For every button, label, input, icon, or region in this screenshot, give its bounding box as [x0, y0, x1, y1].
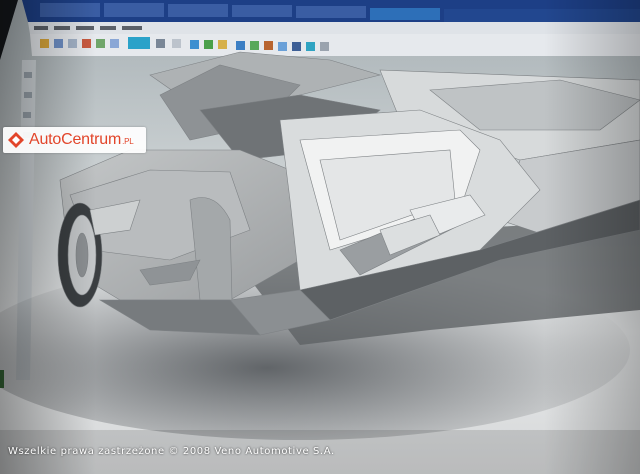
autocentrum-logo: AutoCentrum.PL: [3, 127, 146, 153]
copyright-caption: Wszelkie prawa zastrzeżone © 2008 Veno A…: [8, 446, 335, 457]
photo: [0, 0, 640, 474]
logo-text: AutoCentrum.PL: [29, 131, 134, 149]
autocentrum-logo-icon: [8, 132, 24, 148]
logo-brand: AutoCentrum: [29, 131, 122, 148]
vignette: [0, 0, 640, 474]
logo-suffix: .PL: [122, 137, 134, 146]
